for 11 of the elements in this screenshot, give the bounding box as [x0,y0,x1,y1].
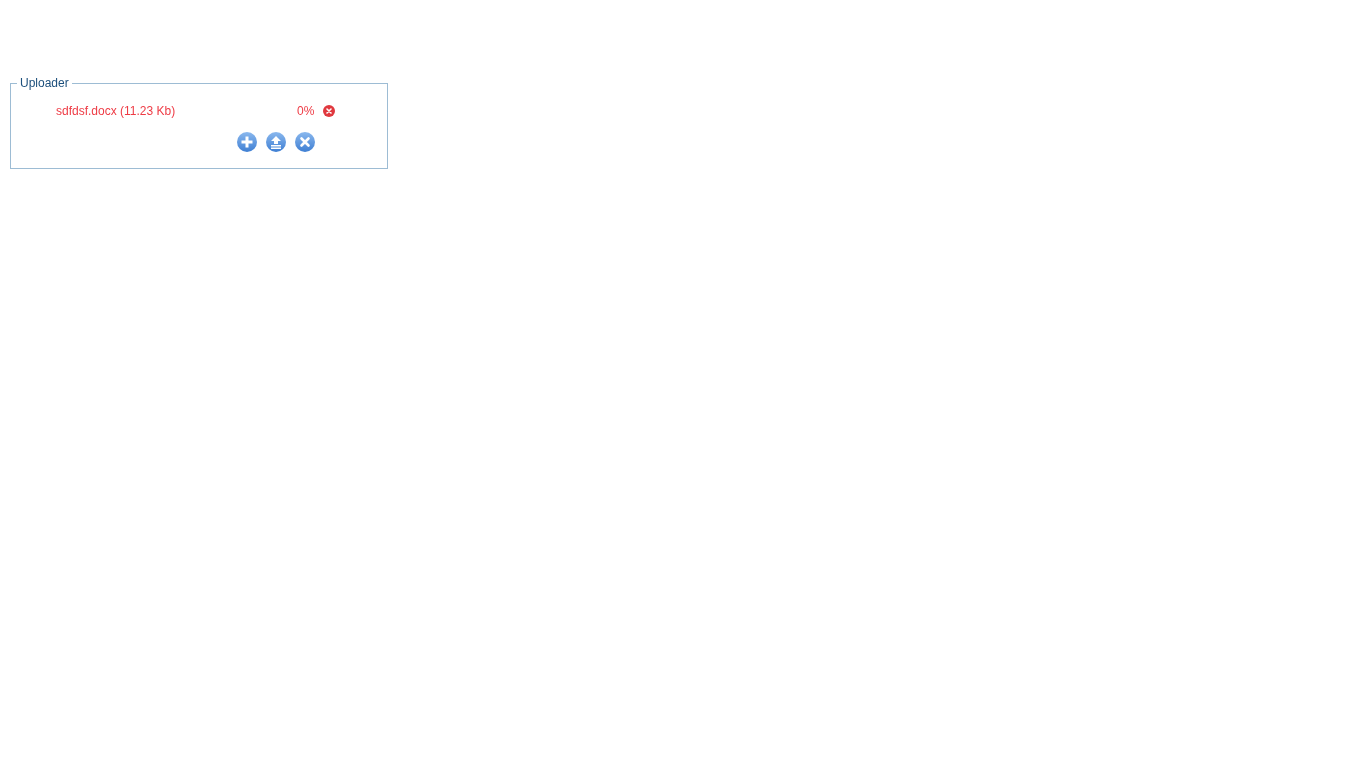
progress-percent: 0% [297,103,315,119]
upload-icon [266,132,286,152]
file-name: sdfdsf.docx (11.23 Kb) [56,103,177,119]
remove-icon [323,105,336,117]
remove-file-button[interactable] [323,105,336,117]
cancel-button[interactable] [295,132,315,152]
upload-button[interactable] [266,132,286,152]
panel-title: Uploader [19,76,70,90]
plus-icon [237,132,257,152]
close-icon [295,132,315,152]
add-button[interactable] [237,132,257,152]
